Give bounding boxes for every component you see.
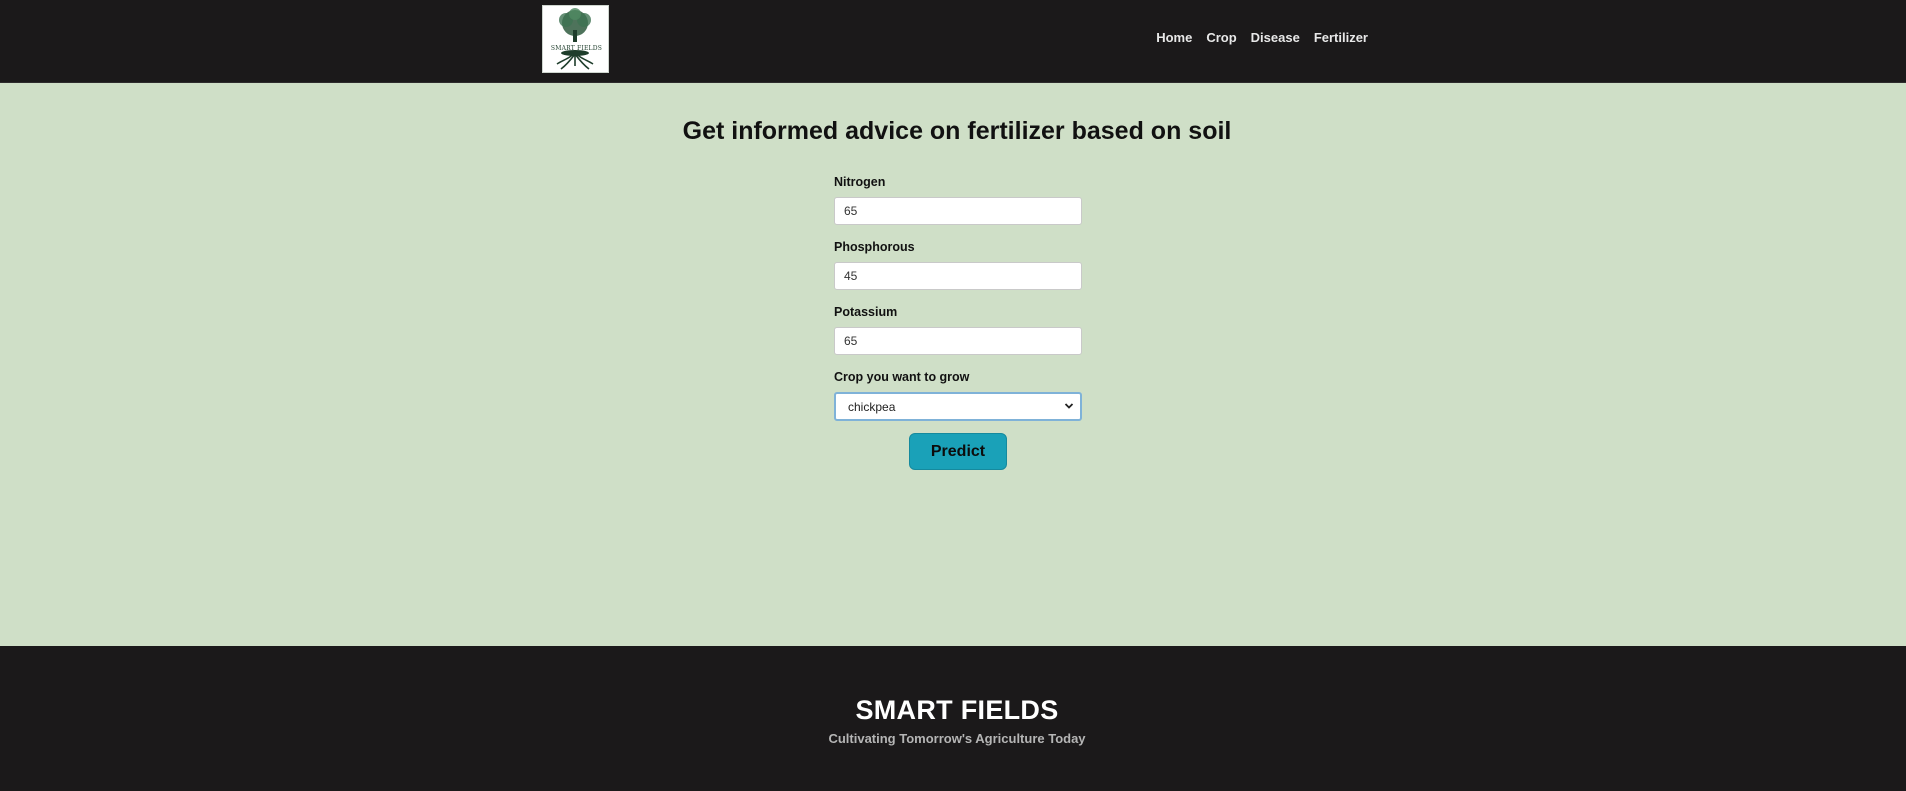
crop-select-value: chickpea xyxy=(848,400,896,414)
site-footer: SMART FIELDS Cultivating Tomorrow's Agri… xyxy=(0,646,1906,791)
nav-fertilizer[interactable]: Fertilizer xyxy=(1314,30,1368,45)
nav-crop[interactable]: Crop xyxy=(1206,30,1236,45)
predict-button[interactable]: Predict xyxy=(909,433,1007,470)
phosphorous-input[interactable] xyxy=(834,262,1082,290)
logo-text: SMART FIELDS xyxy=(550,45,603,52)
page-title: Get informed advice on fertilizer based … xyxy=(682,117,1232,145)
main-nav: Home Crop Disease Fertilizer xyxy=(1142,30,1368,45)
footer-title: SMART FIELDS xyxy=(855,695,1059,725)
nitrogen-label: Nitrogen xyxy=(834,175,886,189)
site-header: SMART FIELDS Home Crop Disease Fertilize… xyxy=(0,0,1906,83)
chevron-down-icon xyxy=(1064,403,1074,409)
potassium-input[interactable] xyxy=(834,327,1082,355)
logo[interactable]: SMART FIELDS xyxy=(542,5,609,73)
main-content: Get informed advice on fertilizer based … xyxy=(0,83,1906,646)
nitrogen-input[interactable] xyxy=(834,197,1082,225)
nav-home[interactable]: Home xyxy=(1156,30,1192,45)
potassium-label: Potassium xyxy=(834,305,898,319)
nav-disease[interactable]: Disease xyxy=(1251,30,1300,45)
crop-label: Crop you want to grow xyxy=(834,370,970,384)
fertilizer-form: Nitrogen Phosphorous Potassium Crop you … xyxy=(834,175,1082,470)
tree-roots-icon xyxy=(556,8,594,70)
crop-select[interactable]: chickpea xyxy=(834,392,1082,421)
phosphorous-label: Phosphorous xyxy=(834,240,915,254)
footer-tagline: Cultivating Tomorrow's Agriculture Today xyxy=(828,731,1086,746)
